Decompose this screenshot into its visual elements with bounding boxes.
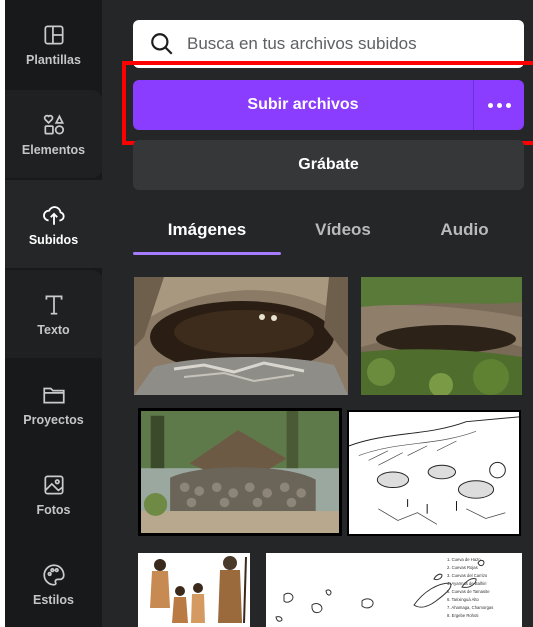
- people-illustration: [138, 553, 250, 627]
- image-icon: [43, 474, 64, 495]
- sidebar-item-label: Proyectos: [23, 412, 84, 427]
- search-input[interactable]: [187, 34, 517, 54]
- folder-icon: [42, 387, 65, 403]
- sidebar-item-uploads[interactable]: Subidos: [5, 180, 102, 268]
- sidebar-item-label: Subidos: [28, 232, 79, 247]
- sidebar-item-templates[interactable]: Plantillas: [5, 0, 102, 88]
- svg-text:7. Ahamaga, Chamorgas: 7. Ahamaga, Chamorgas: [447, 605, 493, 610]
- sidebar-item-text[interactable]: Texto: [5, 270, 102, 358]
- tab-images[interactable]: Imágenes: [133, 208, 281, 252]
- upload-thumbnail-village-drawing[interactable]: [347, 410, 521, 536]
- highlight-box: [122, 61, 533, 145]
- upload-cloud-icon: [42, 205, 65, 225]
- svg-text:6. Tarixinguá Alto: 6. Tarixinguá Alto: [447, 597, 479, 602]
- stone-hut-photo: [141, 411, 339, 533]
- upload-thumbnail-cave-1[interactable]: [134, 277, 348, 395]
- tab-label: Audio: [440, 220, 489, 239]
- sidebar-item-label: Estilos: [33, 592, 74, 607]
- app-window: Plantillas Elementos Subidos Texto Proye…: [5, 0, 533, 627]
- island-map: 1. Cueva de Hazo 2. Cuevas Rojas 3. Cuev…: [266, 553, 522, 627]
- search-icon: [151, 33, 173, 55]
- sidebar-item-label: Texto: [37, 322, 70, 337]
- svg-text:1. Cueva de Hazo: 1. Cueva de Hazo: [447, 557, 481, 562]
- upload-thumbnail-stone-hut[interactable]: [138, 408, 342, 536]
- sidebar-item-elements[interactable]: Elementos: [5, 90, 102, 178]
- palette-icon: [42, 563, 65, 586]
- sidebar-item-label: Elementos: [21, 142, 86, 157]
- cave-photo: [134, 277, 348, 395]
- upload-thumbnail-map[interactable]: 1. Cueva de Hazo 2. Cuevas Rojas 3. Cuev…: [266, 553, 522, 627]
- cave-photo: [361, 277, 522, 395]
- sidebar-item-projects[interactable]: Proyectos: [5, 360, 102, 448]
- tab-label: Vídeos: [315, 220, 371, 239]
- upload-thumbnail-cave-2[interactable]: [361, 277, 522, 395]
- village-drawing: [349, 412, 519, 534]
- active-tab-indicator: [133, 252, 281, 255]
- sidebar-item-label: Plantillas: [26, 52, 81, 67]
- sidebar: Plantillas Elementos Subidos Texto Proye…: [5, 0, 102, 627]
- svg-text:4. Ayarmas de Balhiri: 4. Ayarmas de Balhiri: [447, 581, 487, 586]
- tab-audio[interactable]: Audio: [405, 208, 524, 252]
- sidebar-item-styles[interactable]: Estilos: [5, 540, 102, 627]
- svg-text:8. Ergebe Rohoti: 8. Ergebe Rohoti: [447, 613, 478, 618]
- record-label: Grábate: [298, 156, 359, 173]
- svg-text:3. Cuevas del Carrizo: 3. Cuevas del Carrizo: [447, 573, 488, 578]
- sidebar-item-photos[interactable]: Fotos: [5, 450, 102, 538]
- tab-label: Imágenes: [167, 220, 247, 239]
- elements-icon: [43, 113, 64, 135]
- upload-thumbnail-figures[interactable]: [138, 553, 250, 627]
- text-icon: [45, 294, 62, 315]
- templates-icon: [43, 24, 64, 45]
- svg-text:2. Cuevas Rojas: 2. Cuevas Rojas: [447, 565, 478, 570]
- sidebar-item-label: Fotos: [36, 502, 71, 517]
- tab-videos[interactable]: Vídeos: [281, 208, 405, 252]
- record-yourself-button[interactable]: Grábate: [133, 140, 524, 190]
- svg-text:5. Cuevas de Tamasite: 5. Cuevas de Tamasite: [447, 589, 490, 594]
